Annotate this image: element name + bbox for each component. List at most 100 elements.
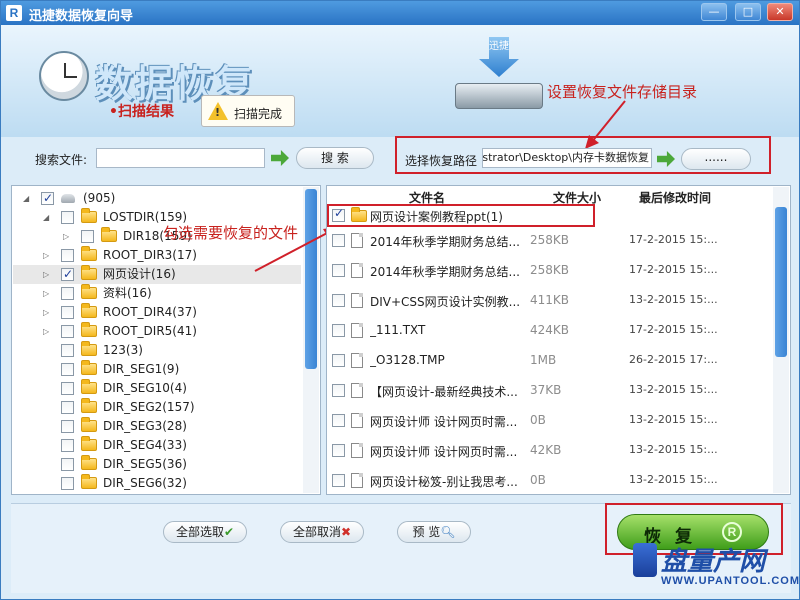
tree-item-checkbox[interactable]	[61, 265, 74, 284]
search-input[interactable]	[96, 148, 265, 168]
tree-item-checkbox[interactable]	[61, 211, 74, 224]
collapse-icon[interactable]: ◢	[23, 189, 29, 208]
tree-item-checkbox[interactable]	[61, 382, 74, 395]
tree-item[interactable]: 123(3)	[13, 341, 301, 360]
deselect-all-button[interactable]: 全部取消✖	[280, 521, 364, 543]
tree-item-checkbox[interactable]	[61, 458, 74, 471]
tree-item-checkbox[interactable]	[61, 325, 74, 338]
file-row[interactable]: 2014年秋季学期财务总结... 258KB 17-2-2015 15:...	[327, 226, 775, 256]
title-bar[interactable]: R 迅捷数据恢复向导 — □ ✕	[1, 1, 799, 25]
file-modified-time: 17-2-2015 15:...	[629, 323, 718, 336]
tree-item-checkbox[interactable]	[61, 420, 74, 433]
file-icon	[351, 353, 363, 368]
tree-item-checkbox[interactable]	[61, 401, 74, 414]
drive-icon	[61, 194, 75, 203]
expand-icon[interactable]: ▷	[43, 284, 49, 303]
minimize-button[interactable]: —	[701, 3, 727, 21]
search-button[interactable]: 搜 索	[296, 147, 374, 169]
file-name: 2014年秋季学期财务总结...	[370, 265, 520, 279]
file-row[interactable]: 网页设计师 设计网页时需... 42KB 13-2-2015 15:...	[327, 436, 775, 466]
tree-item[interactable]: DIR_SEG1(9)	[13, 360, 301, 379]
file-row-checkbox[interactable]	[332, 234, 345, 247]
file-size: 258KB	[530, 263, 570, 277]
tree-item[interactable]: DIR_SEG3(28)	[13, 417, 301, 436]
file-icon	[351, 233, 363, 248]
file-icon	[351, 263, 363, 278]
recovery-path-input[interactable]: C:\Users\Administrator\Desktop\内存卡数据恢复	[482, 148, 652, 168]
file-row[interactable]: _O3128.TMP 1MB 26-2-2015 17:...	[327, 346, 775, 376]
tree-item[interactable]: ▷ ROOT_DIR4(37)	[13, 303, 301, 322]
file-row-checkbox[interactable]	[332, 324, 345, 337]
file-list-scrollbar-thumb[interactable]	[775, 207, 787, 357]
expand-icon[interactable]: ▷	[43, 246, 49, 265]
tree-item-checkbox[interactable]	[61, 439, 74, 452]
recovery-path-label: 选择恢复路径	[405, 154, 478, 168]
tree-item-checkbox[interactable]	[61, 249, 74, 262]
app-logo-icon: R	[6, 5, 22, 21]
close-button[interactable]: ✕	[767, 3, 793, 21]
file-row-checkbox[interactable]	[332, 414, 345, 427]
file-row-checkbox[interactable]	[332, 294, 345, 307]
app-window: R 迅捷数据恢复向导 — □ ✕ 数据恢复 •扫描结果 ! 扫描完成 迅捷 设置…	[0, 0, 800, 600]
tree-item[interactable]: ▷ ROOT_DIR5(41)	[13, 322, 301, 341]
tree-item-checkbox[interactable]	[61, 363, 74, 376]
tree-item-label: ROOT_DIR5(41)	[103, 324, 197, 338]
folder-icon	[81, 246, 97, 261]
file-row[interactable]: 【网页设计-最新经典技术... 37KB 13-2-2015 15:...	[327, 376, 775, 406]
expand-icon[interactable]: ▷	[43, 265, 49, 284]
select-all-button[interactable]: 全部选取✔	[163, 521, 247, 543]
maximize-button[interactable]: □	[735, 3, 761, 21]
tree-item[interactable]: DIR_SEG5(36)	[13, 455, 301, 474]
file-row[interactable]: 网页设计师 设计网页时需... 0B 13-2-2015 15:...	[327, 406, 775, 436]
tree-item-checkbox[interactable]	[81, 230, 94, 243]
file-size: 42KB	[530, 443, 562, 457]
folder-icon	[81, 322, 97, 337]
folder-icon	[81, 398, 97, 413]
file-row-checkbox[interactable]	[332, 264, 345, 277]
file-name: 网页设计师 设计网页时需...	[370, 415, 518, 429]
tree-item-checkbox[interactable]	[41, 189, 54, 208]
file-icon	[351, 413, 363, 428]
tree-item[interactable]: ▷ 资料(16)	[13, 284, 301, 303]
tree-item[interactable]: DIR_SEG2(157)	[13, 398, 301, 417]
tree-item[interactable]: DIR_SEG10(4)	[13, 379, 301, 398]
search-label: 搜索文件:	[35, 153, 88, 167]
tree-item-checkbox[interactable]	[61, 344, 74, 357]
file-name: 2014年秋季学期财务总结...	[370, 235, 520, 249]
tree-item-label: 网页设计(16)	[103, 267, 176, 281]
collapse-icon[interactable]: ◢	[43, 208, 49, 227]
drive-label: 迅捷	[489, 41, 509, 52]
file-size: 411KB	[530, 293, 570, 307]
tree-item-label: DIR_SEG2(157)	[103, 400, 195, 414]
file-size: 424KB	[530, 323, 570, 337]
tree-item[interactable]: ◢ (905)	[13, 189, 301, 208]
tree-item-label: 123(3)	[103, 343, 143, 357]
file-modified-time: 13-2-2015 15:...	[629, 443, 718, 456]
expand-icon[interactable]: ▷	[63, 227, 69, 246]
browse-button[interactable]: ......	[681, 148, 751, 170]
folder-icon	[101, 227, 117, 242]
file-row-checkbox[interactable]	[332, 474, 345, 487]
file-row-checkbox[interactable]	[332, 444, 345, 457]
file-row[interactable]: 2014年秋季学期财务总结... 258KB 17-2-2015 15:...	[327, 256, 775, 286]
checkmark-icon: ✔	[223, 525, 235, 539]
column-header-modified[interactable]: 最后修改时间	[639, 189, 711, 206]
tree-item-label: 资料(16)	[103, 286, 152, 300]
tree-scrollbar-thumb[interactable]	[305, 189, 317, 369]
file-name: _111.TXT	[370, 323, 426, 337]
file-row[interactable]: _111.TXT 424KB 17-2-2015 15:...	[327, 316, 775, 346]
expand-icon[interactable]: ▷	[43, 322, 49, 341]
expand-icon[interactable]: ▷	[43, 303, 49, 322]
tree-item-checkbox[interactable]	[61, 306, 74, 319]
file-size: 1MB	[530, 353, 557, 367]
preview-button[interactable]: 预 览🔍︎	[397, 521, 471, 543]
tree-item[interactable]: DIR_SEG4(33)	[13, 436, 301, 455]
tree-item[interactable]: DIR_SEG6(32)	[13, 474, 301, 493]
file-row-checkbox[interactable]	[332, 354, 345, 367]
file-row[interactable]: DIV+CSS网页设计实例教... 411KB 13-2-2015 15:...	[327, 286, 775, 316]
file-row-checkbox[interactable]	[332, 384, 345, 397]
tree-item-checkbox[interactable]	[61, 287, 74, 300]
tree-item-label: DIR_SEG5(36)	[103, 457, 187, 471]
tree-item-checkbox[interactable]	[61, 477, 74, 490]
file-row[interactable]: 网页设计秘笈-别让我思考... 0B 13-2-2015 15:...	[327, 466, 775, 496]
